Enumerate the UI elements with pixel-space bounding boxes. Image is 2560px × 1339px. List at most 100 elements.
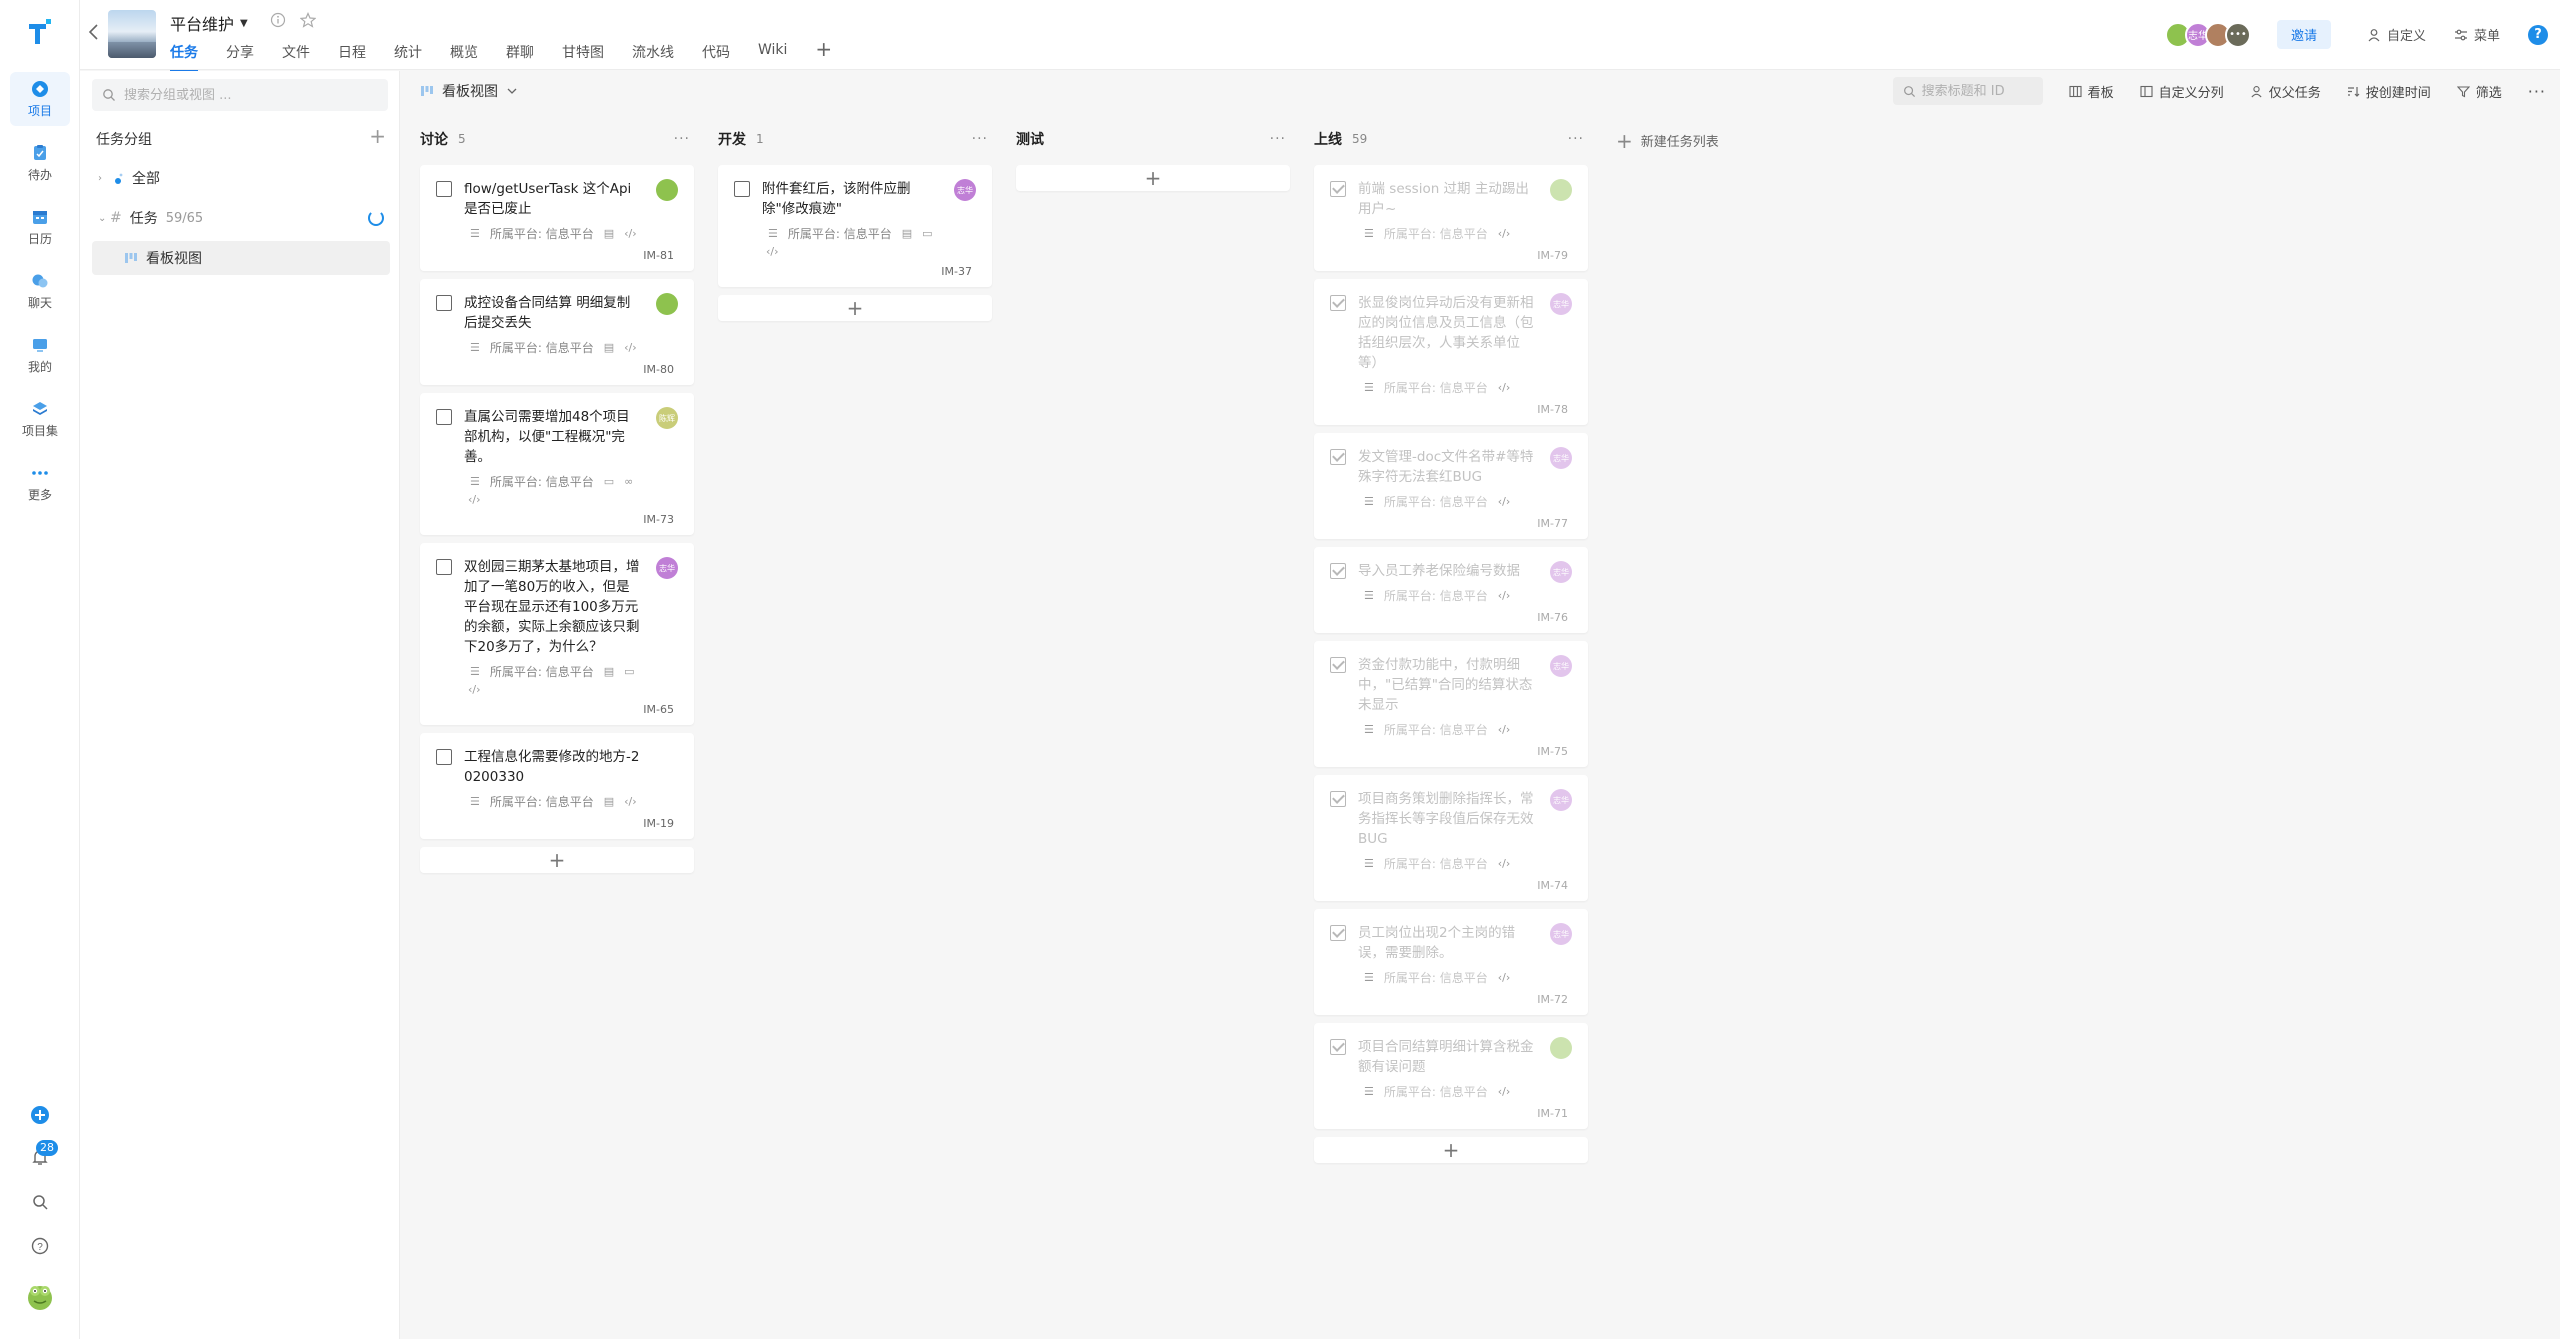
- assignee-avatar[interactable]: [656, 179, 678, 201]
- assignee-avatar[interactable]: [1550, 179, 1572, 201]
- app-logo[interactable]: [24, 16, 56, 48]
- rail-item-more[interactable]: 更多: [10, 456, 70, 510]
- group-search-input[interactable]: [124, 87, 364, 103]
- task-card[interactable]: 前端 session 过期 主动踢出用户~ ☰ 所属平台: 信息平台 ‹/› IM-79: [1314, 165, 1588, 271]
- task-card[interactable]: 附件套红后，该附件应删除"修改痕迹" 志华 ☰ 所属平台: 信息平台 ▤ ▭ ‹/› IM-3…: [718, 165, 992, 287]
- assignee-avatar[interactable]: 志华: [954, 179, 976, 201]
- tab-code[interactable]: 代码: [702, 42, 744, 70]
- add-group-icon[interactable]: +: [369, 126, 386, 149]
- rail-item-mine[interactable]: 我的: [10, 328, 70, 382]
- back-icon[interactable]: [86, 22, 102, 42]
- rail-item-calendar[interactable]: 日历: [10, 200, 70, 254]
- tab-pipeline[interactable]: 流水线: [632, 42, 688, 70]
- assignee-avatar[interactable]: 志华: [656, 557, 678, 579]
- help-button[interactable]: ?: [0, 1237, 80, 1255]
- invite-button[interactable]: 邀请: [2276, 20, 2331, 49]
- notification-button[interactable]: 28: [0, 1140, 80, 1166]
- task-checkbox[interactable]: [1330, 449, 1346, 465]
- task-checkbox[interactable]: [1330, 295, 1346, 311]
- task-card[interactable]: 资金付款功能中，付款明细中，"已结算"合同的结算状态未显示 志华 ☰ 所属平台: 信息…: [1314, 641, 1588, 767]
- filter-button[interactable]: 筛选: [2456, 82, 2502, 101]
- project-title[interactable]: 平台维护 ▼: [170, 11, 248, 35]
- more-options-icon[interactable]: ···: [2528, 82, 2546, 101]
- tree-item-kanban-view[interactable]: 看板视图: [92, 241, 390, 275]
- assignee-avatar[interactable]: 志华: [1550, 447, 1572, 469]
- add-task-button[interactable]: +: [718, 295, 992, 321]
- menu-button[interactable]: 菜单: [2454, 25, 2500, 44]
- list-icon: ☰: [1364, 589, 1374, 602]
- tab-gantt[interactable]: 甘特图: [562, 42, 618, 70]
- tab-schedule[interactable]: 日程: [338, 42, 380, 70]
- assignee-avatar[interactable]: 志华: [1550, 923, 1572, 945]
- task-checkbox[interactable]: [436, 559, 452, 575]
- rail-item-project[interactable]: 项目: [10, 72, 70, 126]
- task-search-input[interactable]: [1921, 83, 2032, 99]
- task-meta: ☰ 所属平台: 信息平台 ‹/›: [1364, 721, 1510, 738]
- task-card[interactable]: 项目合同结算明细计算含税金额有误问题 ☰ 所属平台: 信息平台 ‹/› IM-71: [1314, 1023, 1588, 1129]
- task-checkbox[interactable]: [436, 295, 452, 311]
- tab-statistics[interactable]: 统计: [394, 42, 436, 70]
- task-checkbox[interactable]: [436, 409, 452, 425]
- task-card[interactable]: 成控设备合同结算 明细复制后提交丢失 ☰ 所属平台: 信息平台 ▤ ‹/› IM-80: [420, 279, 694, 385]
- parent-only-button[interactable]: 仅父任务: [2250, 82, 2321, 101]
- add-tab-icon[interactable]: +: [815, 39, 832, 70]
- view-switcher[interactable]: 看板视图: [420, 81, 518, 101]
- custom-columns-button[interactable]: 自定义分列: [2140, 82, 2224, 101]
- tree-item-tasks[interactable]: ⌄ # 任务 59/65: [92, 201, 390, 235]
- task-card[interactable]: flow/getUserTask 这个Api是否已废止 ☰ 所属平台: 信息平台 ▤ ‹…: [420, 165, 694, 271]
- assignee-avatar[interactable]: 陈辉: [656, 407, 678, 429]
- tab-overview[interactable]: 概览: [450, 42, 492, 70]
- task-card[interactable]: 张显俊岗位异动后没有更新相应的岗位信息及员工信息（包括组织层次，人事关系单位等）…: [1314, 279, 1588, 425]
- tab-wiki[interactable]: Wiki: [758, 42, 801, 70]
- user-avatar[interactable]: [0, 1282, 80, 1312]
- add-button[interactable]: [0, 1105, 80, 1125]
- new-task-list-button[interactable]: + 新建任务列表: [1616, 131, 1719, 151]
- assignee-avatar[interactable]: 志华: [1550, 561, 1572, 583]
- member-avatars[interactable]: 志华 •••: [2164, 21, 2251, 48]
- task-checkbox[interactable]: [1330, 791, 1346, 807]
- assignee-avatar[interactable]: 志华: [1550, 655, 1572, 677]
- task-checkbox[interactable]: [1330, 925, 1346, 941]
- column-more-icon[interactable]: ···: [1270, 131, 1286, 147]
- tab-share[interactable]: 分享: [226, 42, 268, 70]
- tree-item-all[interactable]: › 全部: [92, 161, 390, 195]
- info-icon[interactable]: [270, 12, 286, 32]
- task-checkbox[interactable]: [1330, 181, 1346, 197]
- assignee-avatar[interactable]: 志华: [1550, 789, 1572, 811]
- task-card[interactable]: 导入员工养老保险编号数据 志华 ☰ 所属平台: 信息平台 ‹/› IM-76: [1314, 547, 1588, 633]
- add-task-button[interactable]: +: [1016, 165, 1290, 191]
- help-icon[interactable]: ?: [2528, 24, 2548, 45]
- board-button[interactable]: 看板: [2069, 82, 2114, 101]
- assignee-avatar[interactable]: [656, 293, 678, 315]
- rail-item-project-set[interactable]: 项目集: [10, 392, 70, 446]
- column-more-icon[interactable]: ···: [972, 131, 988, 147]
- task-card[interactable]: 工程信息化需要修改的地方-20200330 ☰ 所属平台: 信息平台 ▤ ‹/› IM-1…: [420, 733, 694, 839]
- assignee-avatar[interactable]: [1550, 1037, 1572, 1059]
- add-task-button[interactable]: +: [1314, 1137, 1588, 1163]
- rail-item-chat[interactable]: 聊天: [10, 264, 70, 318]
- task-meta: ☰ 所属平台: 信息平台 ▤ ▭: [768, 225, 933, 242]
- tab-tasks[interactable]: 任务: [170, 42, 212, 72]
- task-checkbox[interactable]: [436, 181, 452, 197]
- task-checkbox[interactable]: [734, 181, 750, 197]
- rail-item-todo[interactable]: 待办: [10, 136, 70, 190]
- task-card[interactable]: 发文管理-doc文件名带#等特殊字符无法套红BUG 志华 ☰ 所属平台: 信息平台 ‹/…: [1314, 433, 1588, 539]
- task-checkbox[interactable]: [1330, 1039, 1346, 1055]
- column-more-icon[interactable]: ···: [674, 131, 690, 147]
- task-checkbox[interactable]: [1330, 563, 1346, 579]
- sort-button[interactable]: 按创建时间: [2347, 82, 2431, 101]
- tab-files[interactable]: 文件: [282, 42, 324, 70]
- task-card[interactable]: 直属公司需要增加48个项目部机构，以便"工程概况"完善。 陈辉 ☰ 所属平台: 信息平…: [420, 393, 694, 535]
- customize-button[interactable]: 自定义: [2367, 25, 2426, 44]
- task-card[interactable]: 员工岗位出现2个主岗的错误，需要删除。 志华 ☰ 所属平台: 信息平台 ‹/› IM-72: [1314, 909, 1588, 1015]
- search-button[interactable]: [0, 1193, 80, 1211]
- add-task-button[interactable]: +: [420, 847, 694, 873]
- task-card[interactable]: 项目商务策划删除指挥长，常务指挥长等字段值后保存无效BUG 志华 ☰ 所属平台: 信息…: [1314, 775, 1588, 901]
- task-checkbox[interactable]: [1330, 657, 1346, 673]
- task-checkbox[interactable]: [436, 749, 452, 765]
- task-card[interactable]: 双创园三期茅太基地项目，增加了一笔80万的收入，但是平台现在显示还有100多万元…: [420, 543, 694, 725]
- star-icon[interactable]: [299, 12, 317, 32]
- column-more-icon[interactable]: ···: [1568, 131, 1584, 147]
- tab-group-chat[interactable]: 群聊: [506, 42, 548, 70]
- assignee-avatar[interactable]: 志华: [1550, 293, 1572, 315]
